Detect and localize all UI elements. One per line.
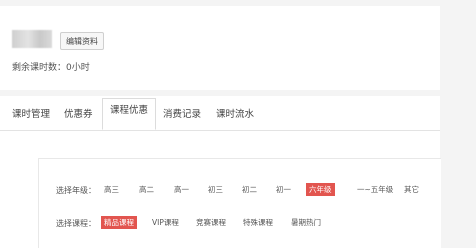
tab-hours-flow[interactable]: 课时流水 xyxy=(216,106,254,120)
grade-option-chu3[interactable]: 初三 xyxy=(205,183,226,196)
course-option-competition[interactable]: 竞赛课程 xyxy=(193,216,229,229)
filter-panel: 选择年级： 高三 高二 高一 初三 初二 初一 六年级 一~五年级 其它 选择课… xyxy=(38,158,441,248)
tab-hours-management[interactable]: 课时管理 xyxy=(12,106,50,120)
tab-consumption-records[interactable]: 消费记录 xyxy=(163,106,201,120)
avatar xyxy=(12,30,52,48)
course-row-label: 选择课程： xyxy=(56,219,96,228)
grade-option-chu1[interactable]: 初一 xyxy=(273,183,294,196)
edit-profile-button[interactable]: 编辑资料 xyxy=(60,32,104,50)
tab-course-discounts[interactable]: 课程优惠 xyxy=(102,98,157,130)
tab-coupons[interactable]: 优惠券 xyxy=(64,106,93,120)
grade-row-label: 选择年级： xyxy=(56,186,96,195)
grade-option-chu2[interactable]: 初二 xyxy=(239,183,260,196)
course-option-vip[interactable]: VIP课程 xyxy=(149,216,182,229)
grade-option-gao2[interactable]: 高二 xyxy=(136,183,157,196)
grade-option-other[interactable]: 其它 xyxy=(401,183,422,196)
grade-option-grade6[interactable]: 六年级 xyxy=(306,183,335,196)
page: 编辑资料 剩余课时数：0小时 课时管理 优惠券 课程优惠 消费记录 课时流水 选… xyxy=(0,0,476,248)
course-option-special[interactable]: 特殊课程 xyxy=(240,216,276,229)
course-option-summer-popular[interactable]: 暑期热门 xyxy=(288,216,324,229)
tabs-section: 课时管理 优惠券 课程优惠 消费记录 课时流水 选择年级： 高三 高二 高一 初… xyxy=(0,96,441,248)
grade-option-gao1[interactable]: 高一 xyxy=(171,183,192,196)
grade-option-gao3[interactable]: 高三 xyxy=(101,183,122,196)
profile-card: 编辑资料 剩余课时数：0小时 xyxy=(0,6,440,90)
remaining-hours-text: 剩余课时数：0小时 xyxy=(12,63,90,73)
course-option-premium[interactable]: 精品课程 xyxy=(101,216,137,229)
tab-bar: 课时管理 优惠券 课程优惠 消费记录 课时流水 xyxy=(0,96,440,131)
grade-option-grade1-5[interactable]: 一~五年级 xyxy=(354,183,396,196)
